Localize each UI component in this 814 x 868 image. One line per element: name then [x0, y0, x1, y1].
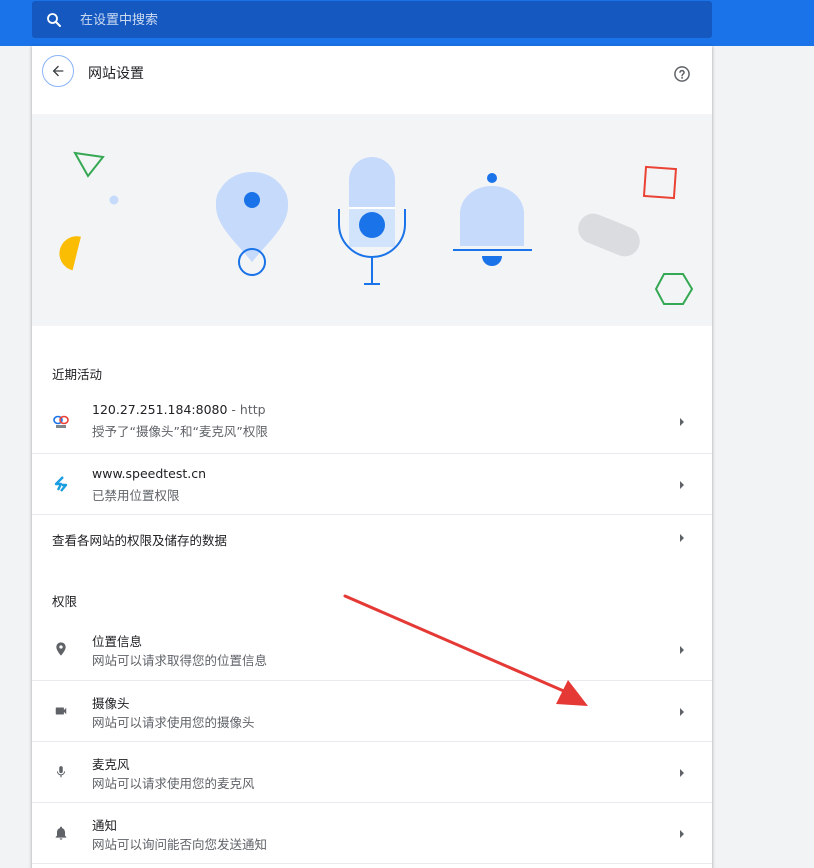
permission-description: 网站可以请求使用您的麦克风	[92, 776, 255, 791]
hexagon-shape	[654, 273, 694, 305]
chevron-right-icon	[680, 534, 684, 542]
microphone-illustration	[338, 157, 406, 285]
help-icon[interactable]	[672, 64, 692, 84]
site-host: 120.27.251.184:8080	[92, 402, 228, 417]
triangle-shape	[73, 151, 105, 178]
recent-site-row[interactable]: 120.27.251.184:8080 - http 授予了“摄像头”和“麦克风…	[32, 392, 712, 453]
arrow-back-icon	[52, 65, 64, 77]
all-sites-link[interactable]: 查看各网站的权限及储存的数据	[52, 530, 227, 549]
host-separator: -	[231, 402, 236, 417]
speedtest-favicon-icon	[52, 475, 70, 493]
permission-title: 位置信息	[92, 634, 143, 649]
dot-shape	[109, 195, 119, 205]
permission-row-location[interactable]: 位置信息 网站可以请求取得您的位置信息	[32, 619, 712, 680]
chevron-right-icon	[680, 418, 684, 426]
chevron-right-icon	[680, 769, 684, 777]
search-icon	[47, 13, 61, 27]
page-title: 网站设置	[88, 66, 144, 82]
half-circle-shape	[59, 236, 81, 271]
site-host: www.speedtest.cn	[92, 466, 207, 481]
chevron-right-icon	[680, 646, 684, 654]
all-sites-row[interactable]: 查看各网站的权限及储存的数据	[32, 514, 712, 561]
permission-row-microphone[interactable]: 麦克风 网站可以请求使用您的麦克风	[32, 741, 712, 803]
recent-activity-heading: 近期活动	[52, 367, 103, 382]
permission-description: 网站可以询问能否向您发送通知	[92, 837, 268, 852]
permission-title: 通知	[92, 818, 118, 833]
permission-row-notifications[interactable]: 通知 网站可以询问能否向您发送通知	[32, 802, 712, 864]
permission-title: 摄像头	[92, 696, 130, 711]
bell-icon	[52, 824, 70, 842]
site-permission-detail: 已禁用位置权限	[92, 488, 180, 503]
site-favicon-icon	[52, 413, 70, 431]
recent-site-row[interactable]: www.speedtest.cn 已禁用位置权限	[32, 453, 712, 515]
pill-shape	[578, 213, 640, 257]
chevron-right-icon	[680, 830, 684, 838]
chevron-right-icon	[680, 481, 684, 489]
location-pin-illustration	[216, 172, 288, 276]
back-button[interactable]	[42, 55, 74, 87]
permission-row-camera[interactable]: 摄像头 网站可以请求使用您的摄像头	[32, 680, 712, 742]
search-input[interactable]	[78, 1, 682, 40]
page-header: 网站设置	[32, 46, 712, 114]
top-toolbar	[0, 0, 814, 46]
permission-description: 网站可以请求使用您的摄像头	[92, 715, 255, 730]
row-divider	[32, 863, 712, 864]
site-settings-card: 网站设置 近期活动 120.27.251.184:8080 - http 授予了…	[32, 46, 712, 868]
location-pin-icon	[52, 640, 70, 658]
permission-title: 麦克风	[92, 757, 130, 772]
site-scheme: http	[239, 402, 266, 417]
bell-illustration	[453, 173, 532, 266]
microphone-icon	[52, 763, 70, 781]
camera-icon	[52, 702, 70, 720]
permission-description: 网站可以请求取得您的位置信息	[92, 653, 268, 668]
search-box[interactable]	[32, 1, 712, 40]
permissions-illustration	[32, 114, 712, 326]
chevron-right-icon	[680, 708, 684, 716]
site-permission-detail: 授予了“摄像头”和“麦克风”权限	[92, 424, 268, 439]
square-shape	[642, 165, 678, 200]
permissions-heading: 权限	[52, 594, 78, 609]
